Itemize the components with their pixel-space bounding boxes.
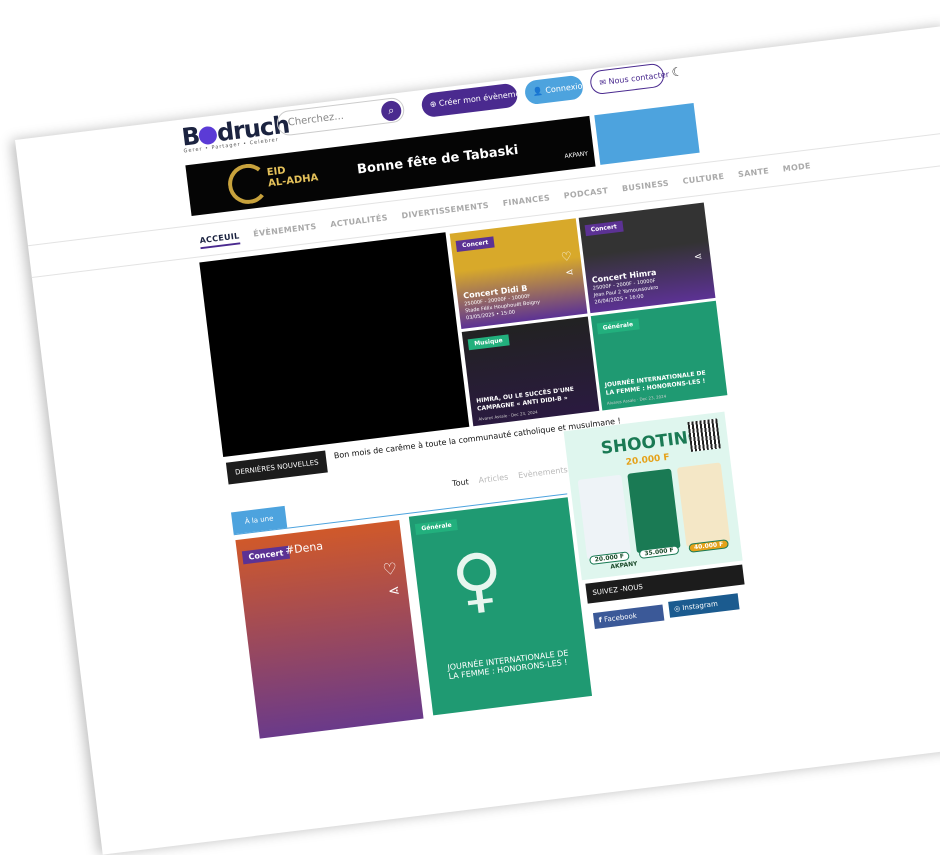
- event-card[interactable]: Concert ♡ ⋖ Concert Didi B 25000F - 20000…: [449, 218, 587, 329]
- article-card[interactable]: Musique HIMRA, OU LE SUCCÈS D'UNE CAMPAG…: [461, 316, 599, 427]
- qr-code-icon: [687, 418, 721, 452]
- article-card[interactable]: Générale JOURNÉE INTERNATIONALE DE LA FE…: [590, 300, 728, 411]
- tab-articles[interactable]: Articles: [478, 472, 509, 485]
- nav-item[interactable]: ACTUALITÉS: [330, 213, 389, 233]
- nav-item[interactable]: DIVERTISSEMENTS: [401, 201, 490, 225]
- login-button[interactable]: 👤 Connexion: [523, 74, 588, 106]
- video-player[interactable]: [199, 232, 470, 457]
- filter-tabs: Tout Articles Evènements: [452, 465, 569, 488]
- share-icon[interactable]: ⋖: [565, 267, 575, 279]
- share-icon[interactable]: ⋖: [693, 251, 703, 263]
- tab-tout[interactable]: Tout: [452, 477, 470, 488]
- crescent-icon: [225, 161, 271, 207]
- nav-item[interactable]: BUSINESS: [622, 179, 670, 198]
- nav-item[interactable]: ACCEUIL: [199, 231, 241, 250]
- logo[interactable]: Bdruch Gerer • Partager • Celebrer: [180, 111, 291, 155]
- nav-item[interactable]: ÉVÈNEMENTS: [253, 222, 318, 243]
- facebook-icon: f: [598, 616, 603, 625]
- event-card[interactable]: Concert #Dena ♡ ⋖: [235, 520, 424, 739]
- create-event-button[interactable]: ⊕ Créer mon évènement: [420, 82, 529, 119]
- search-input[interactable]: Cherchez... ⌕: [275, 96, 406, 137]
- contact-button[interactable]: ✉ Nous contacter: [588, 62, 669, 96]
- nav-item[interactable]: CULTURE: [682, 172, 725, 190]
- heart-icon[interactable]: ♡: [382, 559, 399, 580]
- nav-item[interactable]: FINANCES: [502, 193, 551, 212]
- event-card[interactable]: Concert ⋖ Concert Himra 25000F - 2000F -…: [578, 202, 716, 313]
- tab-evenements[interactable]: Evènements: [518, 465, 569, 480]
- latest-news-label: DERNIÈRES NOUVELLES: [225, 450, 328, 485]
- female-symbol-icon: ♀: [447, 536, 509, 624]
- facebook-button[interactable]: f Facebook: [592, 604, 665, 629]
- nav-item[interactable]: MODE: [782, 161, 811, 177]
- ad-placeholder: [594, 103, 700, 165]
- webpage: Bdruch Gerer • Partager • Celebrer Cherch…: [15, 25, 940, 855]
- nav-item[interactable]: PODCAST: [563, 186, 609, 204]
- featured-grid: Concert ♡ ⋖ Concert Didi B 25000F - 20000…: [449, 202, 728, 427]
- search-icon[interactable]: ⌕: [380, 99, 403, 123]
- heart-icon[interactable]: ♡: [560, 249, 572, 264]
- share-icon[interactable]: ⋖: [387, 583, 401, 600]
- shooting-studio-ad[interactable]: SHOOTING 20.000 F 20.000 F 35.000 F 40.0…: [563, 411, 743, 581]
- instagram-button[interactable]: ◎ Instagram: [668, 593, 740, 618]
- nav-item[interactable]: SANTE: [738, 166, 770, 183]
- article-card[interactable]: Générale ♀ JOURNÉE INTERNATIONALE DE LA …: [408, 497, 593, 716]
- instagram-icon: ◎: [673, 604, 681, 614]
- a-la-une-tab[interactable]: À la une: [231, 505, 288, 535]
- dark-mode-icon[interactable]: ☾: [671, 64, 683, 79]
